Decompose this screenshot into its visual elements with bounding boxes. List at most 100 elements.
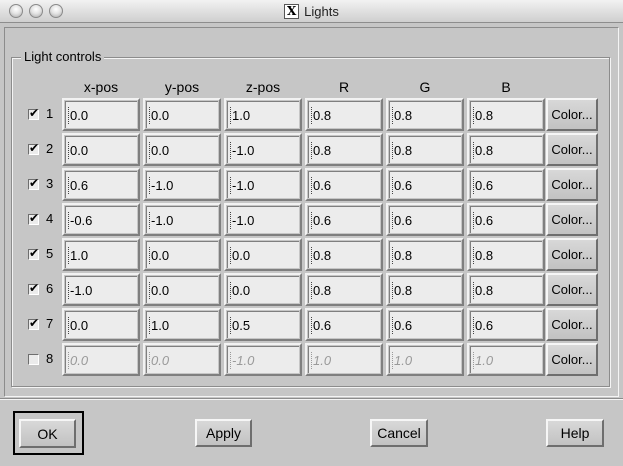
z-pos-input[interactable]: 0.5 (227, 311, 299, 338)
x-pos-input[interactable]: 1.0 (65, 241, 137, 268)
z-pos-field[interactable]: -1.0 (224, 168, 302, 201)
z-pos-field[interactable]: 0.5 (224, 308, 302, 341)
y-pos-field[interactable]: 0.0 (143, 133, 221, 166)
cancel-button[interactable]: Cancel (370, 419, 428, 447)
r-field[interactable]: 0.8 (305, 98, 383, 131)
b-field[interactable]: 0.6 (467, 168, 545, 201)
light-enabled-checkbox[interactable]: ✔ (28, 177, 39, 190)
y-pos-input[interactable]: 0.0 (146, 241, 218, 268)
z-pos-input[interactable]: 1.0 (227, 101, 299, 128)
z-pos-input[interactable]: -1.0 (227, 206, 299, 233)
g-field[interactable]: 0.6 (386, 308, 464, 341)
g-input[interactable]: 0.6 (389, 206, 461, 233)
r-input[interactable]: 0.8 (308, 241, 380, 268)
y-pos-input[interactable]: 0.0 (146, 346, 218, 373)
x-pos-field[interactable]: 1.0 (62, 238, 140, 271)
apply-button[interactable]: Apply (195, 419, 252, 447)
b-input[interactable]: 0.8 (470, 136, 542, 163)
b-field[interactable]: 0.8 (467, 273, 545, 306)
r-input[interactable]: 0.8 (308, 276, 380, 303)
z-pos-input[interactable]: -1.0 (227, 136, 299, 163)
b-input[interactable]: 0.6 (470, 206, 542, 233)
r-input[interactable]: 0.6 (308, 171, 380, 198)
g-input[interactable]: 0.8 (389, 241, 461, 268)
b-field[interactable]: 0.6 (467, 203, 545, 236)
g-field[interactable]: 0.6 (386, 203, 464, 236)
g-field[interactable]: 0.8 (386, 133, 464, 166)
x-pos-input[interactable]: -1.0 (65, 276, 137, 303)
g-input[interactable]: 1.0 (389, 346, 461, 373)
g-field[interactable]: 0.8 (386, 273, 464, 306)
x-pos-input[interactable]: -0.6 (65, 206, 137, 233)
z-pos-input[interactable]: 0.0 (227, 276, 299, 303)
x-pos-field[interactable]: -1.0 (62, 273, 140, 306)
z-pos-input[interactable]: -1.0 (227, 346, 299, 373)
x-pos-field[interactable]: 0.0 (62, 308, 140, 341)
y-pos-field[interactable]: 1.0 (143, 308, 221, 341)
g-field[interactable]: 0.6 (386, 168, 464, 201)
x-pos-input[interactable]: 0.0 (65, 101, 137, 128)
b-field[interactable]: 1.0 (467, 343, 545, 376)
r-input[interactable]: 1.0 (308, 346, 380, 373)
color-button[interactable]: Color... (546, 133, 598, 166)
x-pos-field[interactable]: -0.6 (62, 203, 140, 236)
light-enabled-checkbox[interactable]: ✔ (28, 247, 39, 260)
x-pos-field[interactable]: 0.0 (62, 98, 140, 131)
ok-button[interactable]: OK (19, 419, 76, 448)
x-pos-input[interactable]: 0.0 (65, 136, 137, 163)
x-pos-field[interactable]: 0.0 (62, 343, 140, 376)
color-button[interactable]: Color... (546, 98, 598, 131)
r-field[interactable]: 0.6 (305, 308, 383, 341)
r-input[interactable]: 0.6 (308, 311, 380, 338)
light-enabled-checkbox[interactable]: ✔ (28, 142, 39, 155)
z-pos-field[interactable]: -1.0 (224, 133, 302, 166)
b-input[interactable]: 1.0 (470, 346, 542, 373)
light-enabled-checkbox[interactable]: ✔ (28, 317, 39, 330)
color-button[interactable]: Color... (546, 273, 598, 306)
color-button[interactable]: Color... (546, 203, 598, 236)
z-pos-field[interactable]: -1.0 (224, 343, 302, 376)
x-pos-field[interactable]: 0.6 (62, 168, 140, 201)
y-pos-field[interactable]: 0.0 (143, 273, 221, 306)
g-field[interactable]: 1.0 (386, 343, 464, 376)
r-input[interactable]: 0.8 (308, 101, 380, 128)
y-pos-input[interactable]: 1.0 (146, 311, 218, 338)
color-button[interactable]: Color... (546, 343, 598, 376)
z-pos-field[interactable]: 1.0 (224, 98, 302, 131)
b-input[interactable]: 0.8 (470, 101, 542, 128)
y-pos-field[interactable]: -1.0 (143, 203, 221, 236)
r-input[interactable]: 0.6 (308, 206, 380, 233)
g-input[interactable]: 0.6 (389, 311, 461, 338)
b-field[interactable]: 0.8 (467, 238, 545, 271)
r-field[interactable]: 0.6 (305, 203, 383, 236)
x-pos-input[interactable]: 0.6 (65, 171, 137, 198)
y-pos-field[interactable]: 0.0 (143, 98, 221, 131)
r-field[interactable]: 0.6 (305, 168, 383, 201)
color-button[interactable]: Color... (546, 168, 598, 201)
y-pos-input[interactable]: 0.0 (146, 136, 218, 163)
y-pos-input[interactable]: 0.0 (146, 276, 218, 303)
x-pos-field[interactable]: 0.0 (62, 133, 140, 166)
y-pos-input[interactable]: -1.0 (146, 206, 218, 233)
color-button[interactable]: Color... (546, 308, 598, 341)
g-field[interactable]: 0.8 (386, 98, 464, 131)
g-input[interactable]: 0.6 (389, 171, 461, 198)
help-button[interactable]: Help (546, 419, 604, 447)
b-field[interactable]: 0.6 (467, 308, 545, 341)
y-pos-field[interactable]: 0.0 (143, 343, 221, 376)
z-pos-field[interactable]: 0.0 (224, 238, 302, 271)
r-field[interactable]: 0.8 (305, 238, 383, 271)
b-input[interactable]: 0.8 (470, 276, 542, 303)
b-input[interactable]: 0.6 (470, 311, 542, 338)
r-field[interactable]: 1.0 (305, 343, 383, 376)
y-pos-input[interactable]: -1.0 (146, 171, 218, 198)
light-enabled-checkbox[interactable] (28, 354, 39, 365)
b-field[interactable]: 0.8 (467, 133, 545, 166)
light-enabled-checkbox[interactable]: ✔ (28, 212, 39, 225)
z-pos-field[interactable]: 0.0 (224, 273, 302, 306)
r-input[interactable]: 0.8 (308, 136, 380, 163)
g-input[interactable]: 0.8 (389, 136, 461, 163)
light-enabled-checkbox[interactable]: ✔ (28, 107, 39, 120)
y-pos-field[interactable]: 0.0 (143, 238, 221, 271)
light-enabled-checkbox[interactable]: ✔ (28, 282, 39, 295)
